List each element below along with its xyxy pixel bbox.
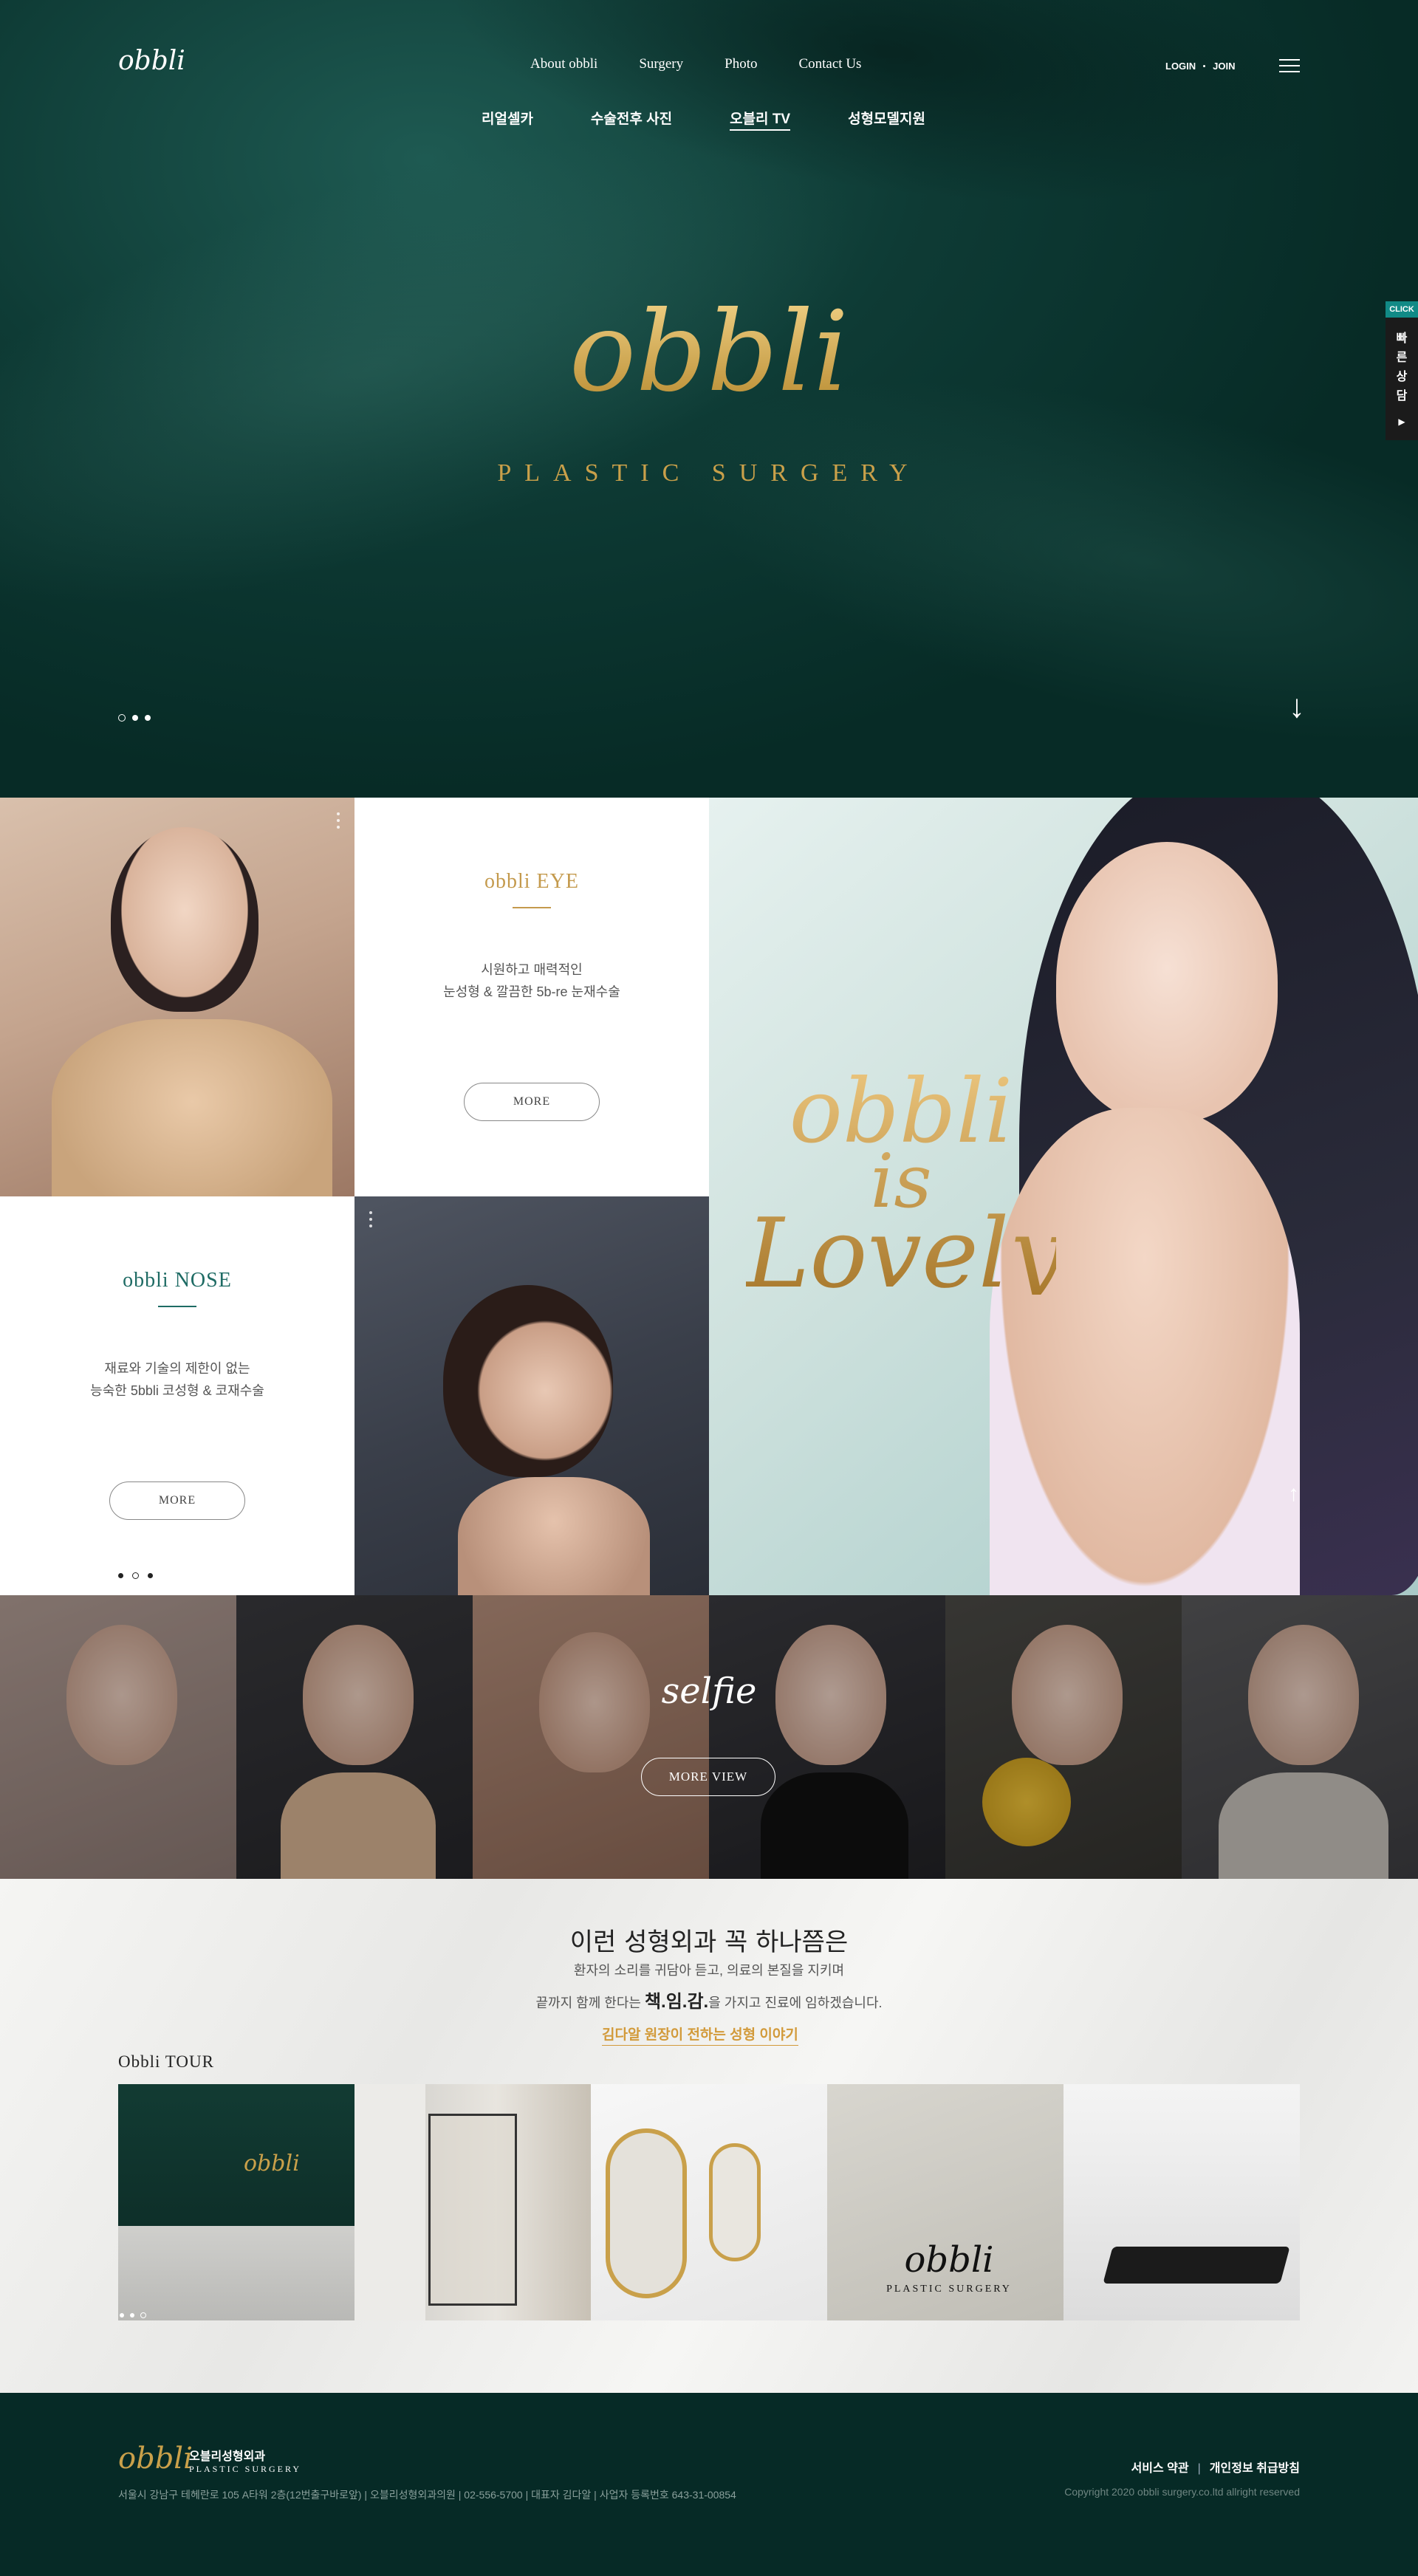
- tour-photo-mirrors[interactable]: [591, 2084, 827, 2320]
- quick-consult-tab[interactable]: CLICK 빠른상담 ▶: [1386, 301, 1418, 440]
- tour-label: Obbli TOUR: [118, 2052, 214, 2071]
- nose-card: obbli NOSE 재료와 기술의 제한이 없는 능숙한 5bbli 코성형 …: [0, 1196, 354, 1595]
- tour-photo-reception[interactable]: obbli: [118, 2084, 354, 2320]
- page: obbli About obbli Surgery Photo Contact …: [0, 0, 1418, 2576]
- reception-logo: obbli: [244, 2151, 300, 2176]
- tour-dot-3[interactable]: [140, 2312, 146, 2318]
- subnav-item-real-selfie[interactable]: 리얼셀카: [482, 108, 533, 131]
- slide-dot-2[interactable]: [132, 715, 138, 721]
- intro-section: 이런 성형외과 꼭 하나쯤은 환자의 소리를 귀담아 듣고, 의료의 본질을 지…: [0, 1879, 1418, 2393]
- selfie-photo[interactable]: [473, 1595, 709, 1879]
- terms-link[interactable]: 서비스 약관: [1131, 2462, 1189, 2475]
- tour-dot-1[interactable]: [120, 2313, 124, 2318]
- subnav-item-model-apply[interactable]: 성형모델지원: [848, 108, 925, 131]
- arrow-up-icon[interactable]: ↑: [1288, 1481, 1299, 1507]
- lovely-headline: obbli is Lovely: [746, 1061, 1064, 1309]
- eye-card: obbli EYE 시원하고 매력적인 눈성형 & 깔끔한 5b-re 눈재수술…: [354, 798, 709, 1196]
- copyright: Copyright 2020 obbli surgery.co.ltd allr…: [1064, 2486, 1300, 2498]
- login-link[interactable]: LOGIN: [1165, 61, 1196, 72]
- tour-pagination: [120, 2312, 146, 2318]
- hero-pagination: [118, 714, 151, 722]
- nose-card-description: 재료와 기술의 제한이 없는 능숙한 5bbli 코성형 & 코재수술: [90, 1361, 264, 1398]
- slide-dot-3[interactable]: [145, 715, 151, 721]
- signage-subtitle: PLASTIC SURGERY: [886, 2284, 1012, 2295]
- tour-gallery: obbli obbli PLASTIC SURGERY: [118, 2084, 1300, 2320]
- arrow-down-icon[interactable]: ↓: [1289, 691, 1305, 723]
- card-dot-3[interactable]: [148, 1573, 153, 1578]
- intro-line-1: 환자의 소리를 귀담아 듣고, 의료의 본질을 지키며: [573, 1963, 845, 1978]
- footer-info: 서울시 강남구 테헤란로 105 A타워 2층(12번출구바로앞) | 오블리성…: [118, 2489, 736, 2501]
- sub-nav: 리얼셀카 수술전후 사진 오블리 TV 성형모델지원: [482, 108, 925, 131]
- util-links: LOGIN JOIN: [1165, 61, 1236, 72]
- card-pagination: [118, 1572, 153, 1579]
- tour-photo-hallway[interactable]: [354, 2084, 591, 2320]
- selfie-photo[interactable]: [709, 1595, 945, 1879]
- footer-links: 서비스 약관 | 개인정보 취급방침: [1131, 2462, 1300, 2475]
- selfie-photo[interactable]: [0, 1595, 236, 1879]
- doctor-story-link[interactable]: 김다알 원장이 전하는 성형 이야기: [602, 2024, 798, 2046]
- more-view-button[interactable]: MORE VIEW: [641, 1758, 775, 1796]
- separator-dot: [1203, 65, 1206, 67]
- selfie-strip: [0, 1595, 1418, 1879]
- footer-logo[interactable]: obbli: [118, 2442, 193, 2476]
- quick-consult-label: 빠른상담: [1396, 332, 1408, 402]
- privacy-link[interactable]: 개인정보 취급방침: [1210, 2462, 1300, 2475]
- selfie-photo[interactable]: [1182, 1595, 1418, 1879]
- signage-logo: obbli: [904, 2239, 994, 2281]
- kebab-icon: [337, 812, 340, 832]
- intro-heading: 이런 성형외과 꼭 하나쯤은: [569, 1928, 849, 1957]
- intro-line-2: 끝까지 함께 한다는 책.임.감.을 가지고 진료에 임하겠습니다.: [535, 1992, 883, 2012]
- card-dot-2[interactable]: [132, 1572, 139, 1579]
- eye-card-description: 시원하고 매력적인 눈성형 & 깔끔한 5b-re 눈재수술: [443, 962, 620, 999]
- subnav-item-before-after[interactable]: 수술전후 사진: [591, 108, 672, 131]
- title-underline: [158, 1306, 196, 1307]
- nose-more-button[interactable]: MORE: [109, 1481, 245, 1520]
- card-dot-1[interactable]: [118, 1573, 123, 1578]
- main-nav: About obbli Surgery Photo Contact Us: [530, 56, 861, 72]
- title-underline: [513, 907, 551, 908]
- eye-more-button[interactable]: MORE: [464, 1083, 600, 1121]
- footer: obbli 오블리성형외과 PLASTIC SURGERY 서울시 강남구 테헤…: [0, 2393, 1418, 2576]
- kebab-icon: [369, 1211, 372, 1231]
- hero-subtitle: PLASTIC SURGERY: [497, 459, 921, 487]
- click-badge: CLICK: [1386, 301, 1418, 318]
- selfie-photo[interactable]: [945, 1595, 1182, 1879]
- hero-section: obbli About obbli Surgery Photo Contact …: [0, 0, 1418, 798]
- tour-photo-treatment-room[interactable]: [1064, 2084, 1300, 2320]
- nav-item-surgery[interactable]: Surgery: [639, 56, 683, 72]
- triangle-right-icon: ▶: [1398, 417, 1405, 427]
- slide-dot-1[interactable]: [118, 714, 126, 722]
- nav-item-photo[interactable]: Photo: [725, 56, 757, 72]
- hamburger-icon[interactable]: [1279, 59, 1300, 74]
- feature-grid: obbli EYE 시원하고 매력적인 눈성형 & 깔끔한 5b-re 눈재수술…: [0, 798, 1418, 1595]
- responsibility-emphasis: 책.임.감.: [644, 1992, 709, 2012]
- footer-clinic-name-en: PLASTIC SURGERY: [189, 2464, 302, 2474]
- join-link[interactable]: JOIN: [1213, 61, 1235, 72]
- subnav-item-obbli-tv[interactable]: 오블리 TV: [730, 108, 791, 131]
- tour-dot-2[interactable]: [130, 2313, 134, 2318]
- nose-model-photo: [354, 1196, 709, 1595]
- header-logo[interactable]: obbli: [118, 46, 185, 76]
- nose-card-title: obbli NOSE: [123, 1269, 232, 1292]
- hero-logo: obbli: [0, 288, 1418, 417]
- tour-photo-signage[interactable]: obbli PLASTIC SURGERY: [827, 2084, 1064, 2320]
- eye-model-photo: [0, 798, 354, 1196]
- selfie-photo[interactable]: [236, 1595, 473, 1879]
- selfie-title: selfie: [661, 1671, 757, 1712]
- nav-item-contact[interactable]: Contact Us: [798, 56, 861, 72]
- eye-card-title: obbli EYE: [484, 870, 579, 893]
- nav-item-about[interactable]: About obbli: [530, 56, 597, 72]
- footer-clinic-name: 오블리성형외과: [189, 2450, 266, 2463]
